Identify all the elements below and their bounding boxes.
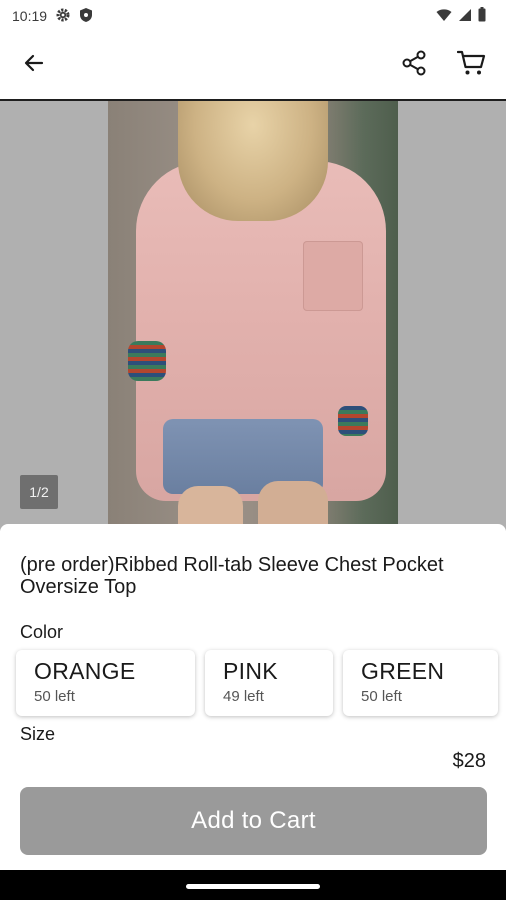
color-option-name: ORANGE [34, 658, 136, 684]
color-option-stock: 49 left [223, 688, 264, 705]
product-options-sheet: (pre order)Ribbed Roll-tab Sleeve Chest … [0, 524, 506, 740]
system-nav-bar [0, 870, 506, 900]
wifi-icon [436, 8, 452, 25]
status-right [436, 7, 486, 25]
product-photo [108, 101, 398, 531]
size-label: Size [20, 724, 56, 740]
product-image-gallery[interactable]: 1/2 [0, 101, 506, 531]
add-to-cart-button[interactable]: Add to Cart [20, 787, 487, 855]
color-option-pink[interactable]: PINK 49 left [205, 650, 333, 716]
color-option-stock: 50 left [34, 688, 75, 705]
signal-icon [458, 8, 472, 25]
home-gesture-handle[interactable] [186, 884, 320, 889]
photo-bracelets-left [128, 341, 166, 381]
color-options: ORANGE 50 left PINK 49 left GREEN 50 lef… [16, 650, 498, 716]
color-option-name: PINK [223, 658, 278, 684]
status-bar: 10:19 [0, 0, 506, 32]
photo-chest-pocket [303, 241, 363, 311]
product-title: (pre order)Ribbed Roll-tab Sleeve Chest … [20, 554, 444, 598]
color-option-orange[interactable]: ORANGE 50 left [16, 650, 195, 716]
back-arrow-icon [22, 51, 46, 80]
status-time: 10:19 [12, 8, 48, 24]
color-option-name: GREEN [361, 658, 445, 684]
color-option-stock: 50 left [361, 688, 402, 705]
shield-icon [79, 7, 93, 26]
photo-bracelets-right [338, 406, 368, 436]
color-option-green[interactable]: GREEN 50 left [343, 650, 498, 716]
image-page-indicator: 1/2 [20, 475, 58, 509]
app-bar-actions [394, 45, 492, 85]
back-button[interactable] [14, 45, 54, 85]
share-icon [400, 49, 428, 82]
status-left: 10:19 [12, 7, 93, 26]
photo-hair [178, 101, 328, 221]
color-label: Color [20, 622, 64, 642]
cart-button[interactable] [452, 45, 492, 85]
app-bar [0, 32, 506, 98]
product-price: $28 [452, 750, 486, 772]
battery-icon [478, 7, 486, 25]
gear-icon [55, 7, 71, 26]
share-button[interactable] [394, 45, 434, 85]
cart-icon [456, 49, 487, 82]
bottom-action-bar: $28 Add to Cart [0, 740, 506, 870]
